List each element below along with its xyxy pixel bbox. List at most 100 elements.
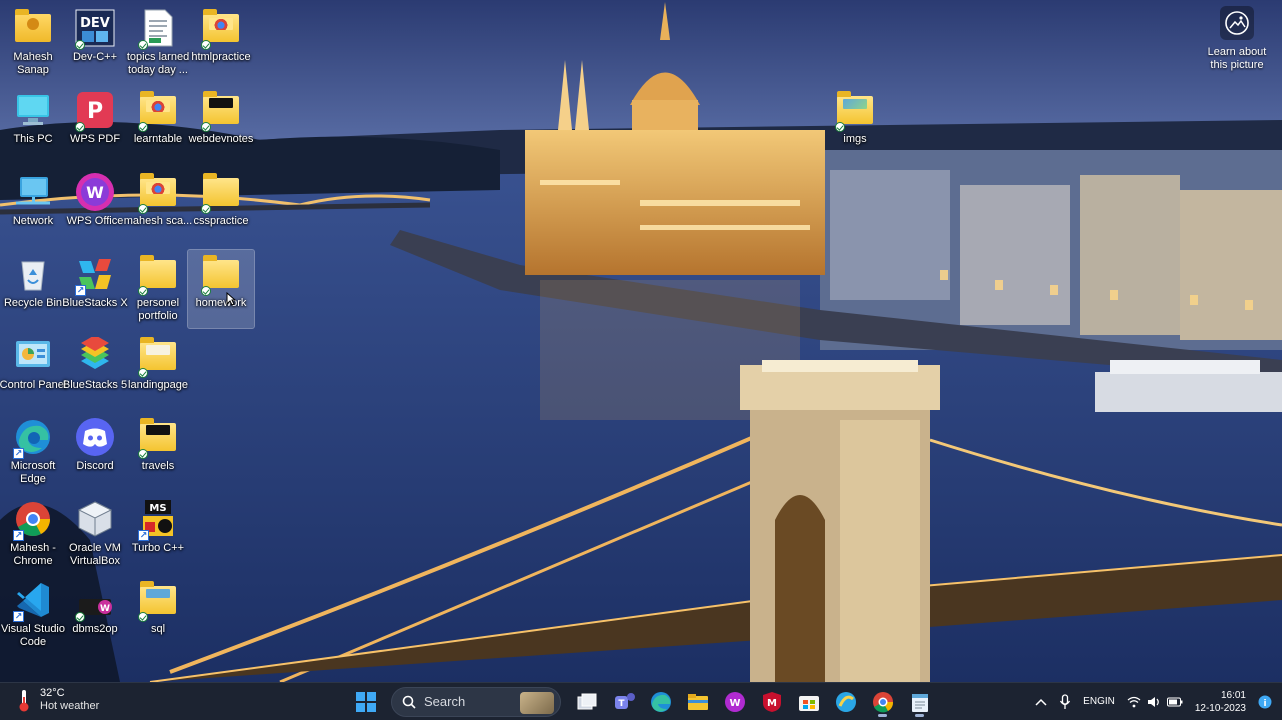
desktop-icon-control-panel[interactable]: Control Panel: [0, 332, 66, 410]
desktop-icon-recycle-bin[interactable]: Recycle Bin: [0, 250, 66, 328]
sync-status-icon: [138, 368, 148, 378]
desktop-icon-csspractice[interactable]: csspractice: [188, 168, 254, 246]
desktop-icon-network[interactable]: Network: [0, 168, 66, 246]
chrome-taskbar-button[interactable]: [867, 686, 898, 717]
store-button[interactable]: [793, 686, 824, 717]
weather-temperature: 32°C: [40, 687, 65, 699]
teams-icon: T: [614, 692, 635, 709]
desktop-icon-dbms2op[interactable]: W dbms2op: [62, 576, 128, 654]
edge-icon: [650, 691, 671, 712]
desktop-icon-imgs[interactable]: imgs: [822, 86, 888, 164]
desktop-icon-mahesh-sanap[interactable]: Mahesh Sanap: [0, 4, 66, 82]
icon-label: learntable: [133, 133, 183, 145]
svg-text:M: M: [767, 698, 777, 709]
desktop-icon-this-pc[interactable]: This PC: [0, 86, 66, 164]
search-highlight-image: [520, 691, 554, 714]
edge-taskbar-button[interactable]: [645, 686, 676, 717]
svg-text:MS: MS: [149, 503, 166, 514]
desktop-icon-topics-larned[interactable]: topics larned today day ...: [125, 4, 191, 82]
desktop-icon-wps-pdf[interactable]: P WPS PDF: [62, 86, 128, 164]
task-view-icon: [577, 693, 596, 709]
wps-taskbar-button[interactable]: W: [719, 686, 750, 717]
clock-time: 16:01: [1220, 690, 1246, 701]
desktop-icon-dev-cpp[interactable]: DEV Dev-C++: [62, 4, 128, 82]
quick-settings-button[interactable]: [1121, 683, 1189, 720]
svg-text:W: W: [100, 604, 110, 614]
icon-label: sql: [150, 623, 166, 635]
notifications-button[interactable]: i: [1252, 683, 1282, 720]
desktop-icon-mahesh-sca[interactable]: mahesh sca...: [124, 168, 192, 246]
task-view-button[interactable]: [571, 686, 602, 717]
folder-icon: [201, 90, 241, 132]
sync-status-icon: [201, 40, 211, 50]
folder-icon: [201, 172, 241, 214]
chevron-up-icon: [1035, 698, 1047, 706]
notification-icon: i: [1258, 695, 1272, 709]
desktop-icon-bluestacks-5[interactable]: BlueStacks 5: [62, 332, 128, 410]
desktop-icon-wps-office[interactable]: W WPS Office: [62, 168, 128, 246]
desktop-icon-bluestacks-x[interactable]: ↗ BlueStacks X: [62, 250, 128, 328]
desktop-icon-discord[interactable]: Discord: [62, 413, 128, 491]
icon-label: WPS Office: [66, 215, 124, 227]
desktop-icon-turbo-cpp[interactable]: MS ↗ Turbo C++: [125, 495, 191, 573]
svg-text:W: W: [86, 183, 104, 202]
desktop-icon-learntable[interactable]: learntable: [125, 86, 191, 164]
settings-app-button[interactable]: [830, 686, 861, 717]
devcpp-icon: DEV: [75, 8, 115, 50]
desktop-icon-sql[interactable]: sql: [125, 576, 191, 654]
desktop-icon-landingpage[interactable]: landingpage: [125, 332, 191, 410]
system-tray: ENG IN 16:01 12-10-2023 i: [1029, 683, 1282, 720]
mcafee-button[interactable]: M: [756, 686, 787, 717]
region-code: IN: [1104, 696, 1115, 707]
desktop-icon-homework[interactable]: homework: [187, 249, 255, 329]
folder-icon: [201, 254, 241, 296]
dbms-icon: W: [75, 580, 115, 622]
thermometer-icon: [19, 690, 29, 712]
bluestacks-x-icon: ↗: [75, 254, 115, 296]
svg-text:i: i: [1263, 699, 1266, 709]
icon-label: topics larned today day ...: [126, 51, 190, 76]
taskbar-search[interactable]: Search: [391, 686, 561, 717]
icon-label: htmlpractice: [191, 51, 251, 63]
sync-status-icon: [835, 122, 845, 132]
icon-label: webdevnotes: [188, 133, 254, 145]
monitor-icon: [13, 90, 53, 130]
desktop-icon-mahesh-chrome[interactable]: ↗ Mahesh - Chrome: [0, 495, 66, 573]
shortcut-arrow-icon: ↗: [75, 285, 86, 296]
weather-widget[interactable]: 32°C Hot weather: [16, 687, 99, 713]
microphone-button[interactable]: [1053, 683, 1077, 720]
recycle-bin-icon: [13, 254, 53, 294]
desktop-icon-travels[interactable]: travels: [125, 413, 191, 491]
sync-status-icon: [138, 449, 148, 459]
desktop-icon-oracle-vm-virtualbox[interactable]: Oracle VM VirtualBox: [62, 495, 128, 573]
clock-button[interactable]: 16:01 12-10-2023: [1189, 683, 1252, 720]
icon-label: BlueStacks X: [62, 297, 128, 309]
svg-text:W: W: [729, 698, 740, 709]
sync-status-icon: [75, 122, 85, 132]
wps-office-icon: W: [75, 172, 115, 212]
learn-about-picture-button[interactable]: Learn about this picture: [1204, 6, 1270, 72]
icon-label: dbms2op: [72, 623, 118, 635]
notepad-button[interactable]: [904, 686, 935, 717]
mcafee-icon: M: [762, 691, 781, 712]
clock-date: 12-10-2023: [1194, 703, 1246, 714]
sync-status-icon: [201, 122, 211, 132]
desktop-icon-htmlpractice[interactable]: htmlpractice: [188, 4, 254, 82]
sync-status-icon: [138, 122, 148, 132]
folder-icon: [138, 172, 178, 214]
language-indicator[interactable]: ENG IN: [1077, 683, 1121, 720]
teams-button[interactable]: T: [608, 686, 639, 717]
desktop-icon-visual-studio-code[interactable]: ↗ Visual Studio Code: [0, 576, 66, 654]
mouse-cursor-icon: [226, 292, 236, 306]
icon-label: Turbo C++: [131, 542, 185, 554]
microphone-icon: [1060, 694, 1071, 709]
file-explorer-button[interactable]: [682, 686, 713, 717]
svg-text:T: T: [618, 699, 625, 709]
bluestacks-5-icon: [75, 336, 115, 376]
show-hidden-icons-button[interactable]: [1029, 683, 1053, 720]
desktop-icon-webdevnotes[interactable]: webdevnotes: [188, 86, 254, 164]
desktop-icon-microsoft-edge[interactable]: ↗ Microsoft Edge: [0, 413, 66, 491]
start-button[interactable]: [350, 686, 381, 717]
desktop-icon-personel-portfolio[interactable]: personel portfolio: [125, 250, 191, 328]
camera-icon: [1220, 6, 1254, 40]
